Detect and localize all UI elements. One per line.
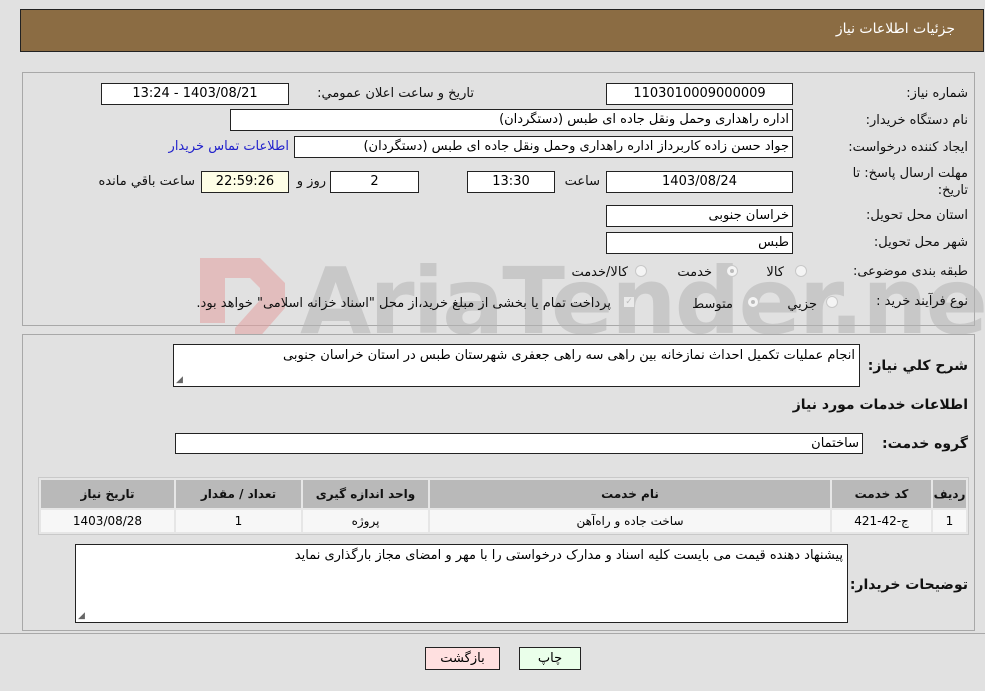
page-header: جزئیات اطلاعات نیاز — [20, 9, 984, 52]
category-option-service: خدمت — [677, 265, 712, 280]
buyer-org-field: اداره راهداری وحمل ونقل جاده ای طبس (دست… — [230, 109, 793, 131]
process-radio-medium[interactable] — [747, 296, 759, 308]
buyer-notes-label: توضیحات خریدار: — [849, 577, 968, 593]
days-field: 2 — [330, 171, 419, 193]
deadline-time-label: ساعت — [564, 174, 600, 189]
table-row: 1 ج-42-421 ساخت جاده و راه‌آهن پروژه 1 1… — [41, 510, 966, 532]
process-label: نوع فرآیند خرید : — [876, 294, 968, 309]
process-option-medium: متوسط — [692, 297, 733, 312]
resize-grip-icon[interactable]: ◢ — [176, 375, 183, 385]
payment-note: پرداخت تمام یا بخشی از مبلغ خرید،از محل … — [196, 296, 611, 311]
cell-need-date: 1403/08/28 — [41, 510, 174, 532]
cell-unit: پروژه — [303, 510, 428, 532]
deadline-date-field: 1403/08/24 — [606, 171, 793, 193]
remaining-time-field: 22:59:26 — [201, 171, 289, 193]
column-header-need-date: تاریخ نیاز — [41, 480, 174, 508]
buyer-notes-textarea[interactable]: پیشنهاد دهنده قیمت می بایست کلیه اسناد و… — [75, 544, 848, 623]
process-option-minor: جزيي — [787, 297, 817, 312]
description-label: شرح کلي نیاز: — [867, 358, 968, 374]
category-option-goods: کالا — [766, 265, 784, 280]
payment-checkbox[interactable]: ✓ — [623, 296, 635, 308]
deadline-label: مهلت ارسال پاسخ: تا تاریخ: — [852, 166, 968, 198]
cell-service-code: ج-42-421 — [832, 510, 931, 532]
need-number-label: شماره نیاز: — [906, 86, 968, 101]
buyer-contact-link[interactable]: اطلاعات تماس خریدار — [169, 139, 289, 154]
announce-date-field: 1403/08/21 - 13:24 — [101, 83, 289, 105]
city-field: طبس — [606, 232, 793, 254]
service-group-field: ساختمان — [175, 433, 863, 454]
resize-grip-icon[interactable]: ◢ — [78, 611, 85, 621]
buyer-org-label: نام دستگاه خریدار: — [865, 113, 968, 128]
cell-row-number: 1 — [933, 510, 966, 532]
creator-label: ایجاد کننده درخواست: — [848, 140, 968, 155]
footer-divider — [0, 633, 985, 634]
days-label: روز و — [296, 174, 326, 189]
column-header-service-code: کد خدمت — [832, 480, 931, 508]
buyer-notes-text: پیشنهاد دهنده قیمت می بایست کلیه اسناد و… — [294, 548, 843, 563]
province-field: خراسان جنوبی — [606, 205, 793, 227]
remaining-time-label: ساعت باقي مانده — [98, 174, 195, 189]
cell-quantity: 1 — [176, 510, 301, 532]
service-group-label: گروه خدمت: — [882, 436, 968, 452]
column-header-row-number: ردیف — [933, 480, 966, 508]
process-radio-minor[interactable] — [826, 296, 838, 308]
page-title: جزئیات اطلاعات نیاز — [835, 21, 955, 37]
category-radio-goods-service[interactable] — [635, 265, 647, 277]
services-section-title: اطلاعات خدمات مورد نیاز — [792, 397, 968, 413]
print-button[interactable]: چاپ — [519, 647, 581, 670]
creator-field: جواد حسن زاده کاربرداز اداره راهداری وحم… — [294, 136, 793, 158]
column-header-service-name: نام خدمت — [430, 480, 830, 508]
cell-service-name: ساخت جاده و راه‌آهن — [430, 510, 830, 532]
column-header-quantity: تعداد / مقدار — [176, 480, 301, 508]
column-header-unit: واحد اندازه گیری — [303, 480, 428, 508]
need-number-field: 1103010009000009 — [606, 83, 793, 105]
description-text: انجام عملیات تکمیل احداث نمازخانه بین را… — [283, 348, 855, 363]
back-button[interactable]: بازگشت — [425, 647, 500, 670]
announce-date-label: تاریخ و ساعت اعلان عمومي: — [317, 86, 474, 101]
province-label: استان محل تحویل: — [866, 208, 968, 223]
category-label: طبقه بندی موضوعی: — [852, 264, 968, 279]
services-table: ردیف کد خدمت نام خدمت واحد اندازه گیری ت… — [38, 477, 969, 535]
description-textarea[interactable]: انجام عملیات تکمیل احداث نمازخانه بین را… — [173, 344, 860, 387]
deadline-time-field: 13:30 — [467, 171, 555, 193]
category-option-goods-service: کالا/خدمت — [571, 265, 628, 280]
category-radio-goods[interactable] — [795, 265, 807, 277]
category-radio-service[interactable] — [726, 265, 738, 277]
table-header-row: ردیف کد خدمت نام خدمت واحد اندازه گیری ت… — [41, 480, 966, 508]
city-label: شهر محل تحویل: — [873, 235, 968, 250]
